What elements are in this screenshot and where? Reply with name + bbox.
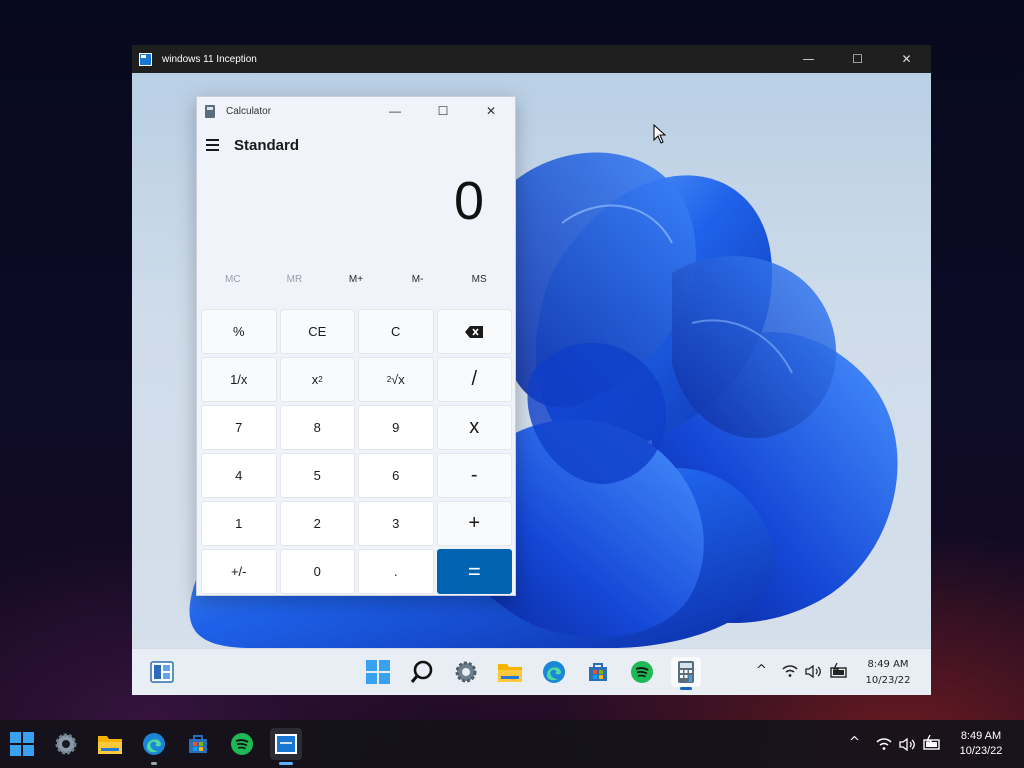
clear-entry-button[interactable]: CE: [279, 309, 355, 354]
host-taskbar: ^ 8:49 AM 10/23/22: [0, 720, 1024, 768]
clear-button[interactable]: C: [358, 309, 434, 354]
host-volume-icon[interactable]: [899, 737, 916, 755]
digit-6-button[interactable]: 6: [358, 453, 434, 498]
equals-button[interactable]: =: [436, 549, 512, 594]
memory-store-button[interactable]: MS: [448, 274, 510, 285]
host-wifi-icon[interactable]: [876, 738, 892, 754]
divide-button[interactable]: /: [436, 357, 512, 402]
digit-0-button[interactable]: 0: [279, 549, 355, 594]
running-app-indicator: [151, 762, 157, 765]
host-clock-date: 10/23/22: [959, 745, 1003, 757]
memory-recall-button[interactable]: MR: [264, 274, 326, 285]
host-tray-chevron-icon[interactable]: ^: [849, 735, 860, 750]
host-clock[interactable]: 8:49 AM 10/23/22: [950, 729, 1012, 759]
reciprocal-button[interactable]: 1/x: [201, 357, 277, 402]
memory-clear-button[interactable]: MC: [202, 274, 264, 285]
host-spotify-icon[interactable]: [226, 728, 258, 760]
square-button[interactable]: x2: [279, 357, 355, 402]
calculator-close-button[interactable]: ✕: [467, 97, 515, 125]
host-battery-icon[interactable]: [923, 734, 941, 755]
start-icon[interactable]: [363, 657, 393, 687]
square-root-button[interactable]: 2 √x: [358, 357, 434, 402]
percent-button[interactable]: %: [201, 309, 277, 354]
vm-close-button[interactable]: ✕: [882, 45, 931, 73]
calculator-mode-title: Standard: [234, 136, 300, 154]
vm-clock[interactable]: 8:49 AM 10/23/22: [862, 657, 914, 689]
add-button[interactable]: +: [436, 501, 512, 546]
calculator-maximize-button[interactable]: ☐: [419, 97, 467, 125]
calculator-window: Calculator — ☐ ✕ Standard 0 MC MR M+ M-: [196, 96, 516, 596]
calculator-titlebar[interactable]: Calculator — ☐ ✕: [197, 97, 515, 125]
wifi-icon[interactable]: [782, 665, 798, 681]
host-start-icon[interactable]: [6, 728, 38, 760]
vm-clock-time: 8:49 AM: [867, 659, 909, 670]
digit-9-button[interactable]: 9: [358, 405, 434, 450]
digit-2-button[interactable]: 2: [279, 501, 355, 546]
digit-1-button[interactable]: 1: [201, 501, 277, 546]
multiply-button[interactable]: x: [436, 405, 512, 450]
calculator-title: Calculator: [226, 105, 272, 117]
file-explorer-icon[interactable]: [495, 657, 525, 687]
battery-icon[interactable]: [830, 662, 848, 683]
tray-chevron-icon[interactable]: ^: [756, 663, 767, 678]
calculator-minimize-button[interactable]: —: [371, 97, 419, 125]
vm-desktop: Calculator — ☐ ✕ Standard 0 MC MR M+ M-: [132, 73, 931, 695]
memory-row: MC MR M+ M- MS: [197, 261, 515, 297]
active-app-indicator: [680, 687, 692, 690]
backspace-button[interactable]: [436, 309, 512, 354]
volume-icon[interactable]: [805, 664, 822, 682]
vm-taskbar: ^ 8:49 AM 10/23/22: [132, 648, 931, 695]
vm-minimize-button[interactable]: —: [784, 45, 833, 73]
subtract-button[interactable]: -: [436, 453, 512, 498]
digit-5-button[interactable]: 5: [279, 453, 355, 498]
host-clock-time: 8:49 AM: [960, 730, 1002, 742]
memory-add-button[interactable]: M+: [325, 274, 387, 285]
memory-subtract-button[interactable]: M-: [387, 274, 449, 285]
hamburger-menu-icon[interactable]: [206, 139, 220, 151]
calculator-app-icon: [205, 104, 215, 118]
digit-4-button[interactable]: 4: [201, 453, 277, 498]
vm-window: windows 11 Inception — ☐ ✕ Calculator — …: [132, 45, 931, 695]
calculator-taskbar-icon[interactable]: [671, 657, 701, 690]
decimal-button[interactable]: .: [358, 549, 434, 594]
store-icon[interactable]: [583, 657, 613, 687]
keypad: % CE C 1/x x2 2 √x / 7 8 9 x 4 5 6 - 1 2…: [201, 309, 512, 594]
digit-8-button[interactable]: 8: [279, 405, 355, 450]
host-file-explorer-icon[interactable]: [94, 728, 126, 760]
settings-icon[interactable]: [451, 657, 481, 687]
digit-7-button[interactable]: 7: [201, 405, 277, 450]
search-icon[interactable]: [407, 657, 437, 687]
vm-window-title: windows 11 Inception: [162, 53, 257, 65]
active-app-indicator: [279, 762, 293, 765]
host-store-icon[interactable]: [182, 728, 214, 760]
spotify-icon[interactable]: [627, 657, 657, 687]
square-exponent: 2: [318, 375, 323, 384]
host-settings-icon[interactable]: [50, 728, 82, 760]
vm-maximize-button[interactable]: ☐: [833, 45, 882, 73]
vm-titlebar[interactable]: windows 11 Inception — ☐ ✕: [132, 45, 931, 73]
backspace-icon: [465, 325, 484, 338]
edge-icon[interactable]: [539, 657, 569, 687]
negate-button[interactable]: +/-: [201, 549, 277, 594]
mouse-cursor-icon: [653, 124, 667, 144]
host-vm-icon[interactable]: [270, 728, 302, 765]
vm-app-icon: [139, 52, 152, 66]
calculator-display: 0: [453, 171, 484, 231]
digit-3-button[interactable]: 3: [358, 501, 434, 546]
widgets-icon[interactable]: [147, 657, 177, 687]
host-edge-icon[interactable]: [138, 728, 170, 765]
root-symbol: √x: [391, 372, 405, 387]
vm-clock-date: 10/23/22: [865, 675, 911, 686]
